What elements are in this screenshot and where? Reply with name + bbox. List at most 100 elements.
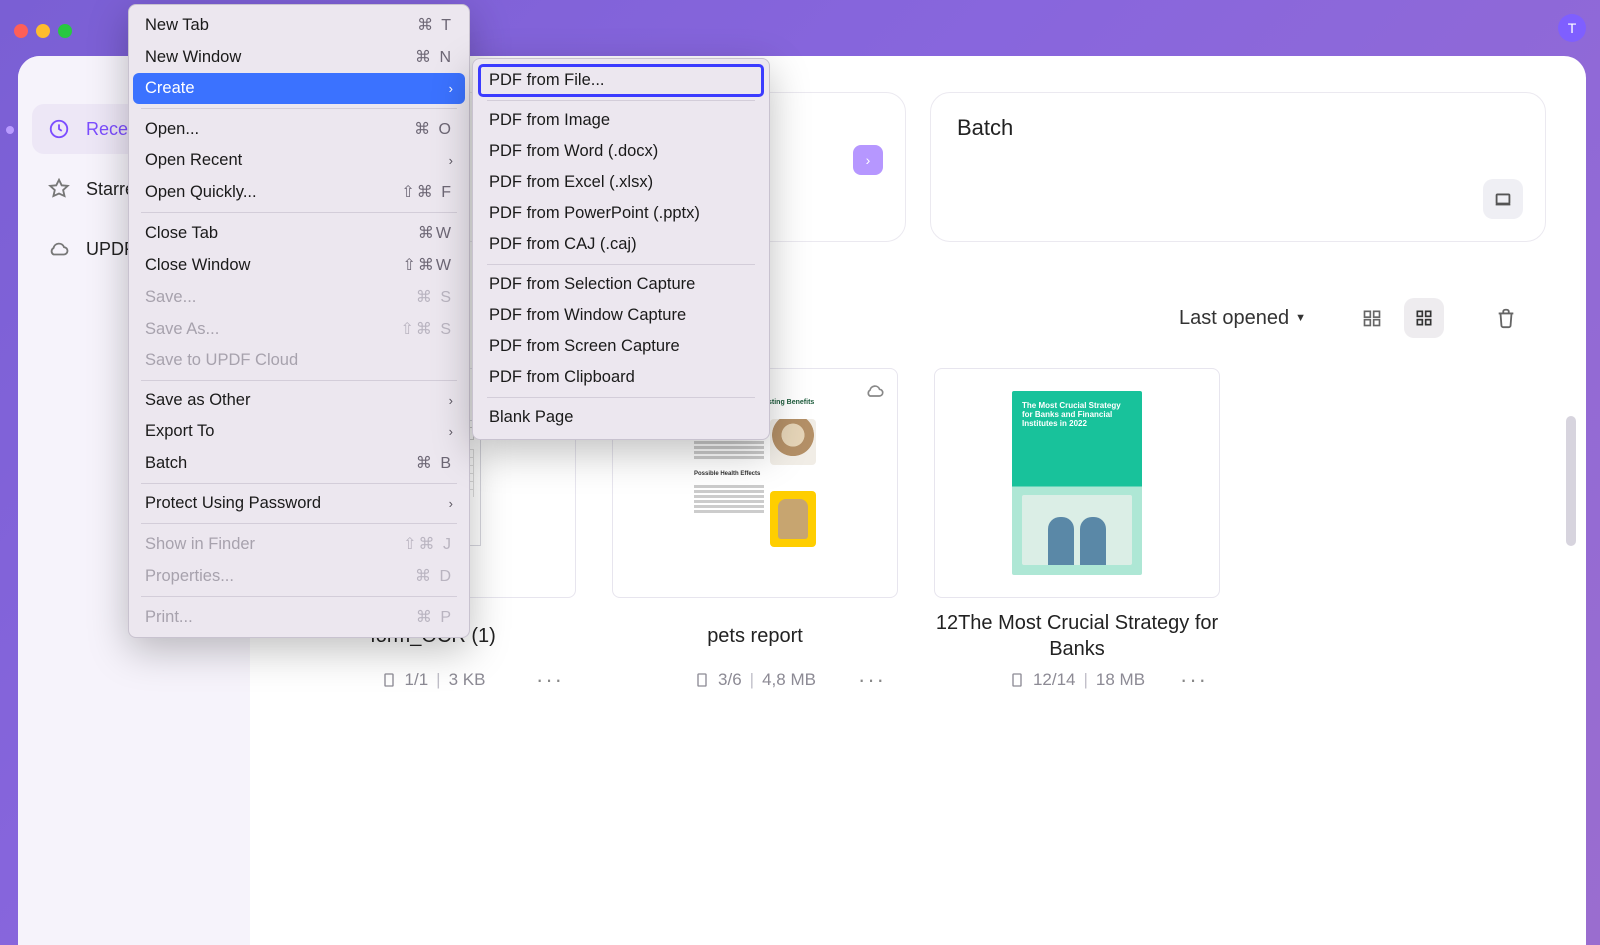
menu-item-batch[interactable]: Batch ⌘ B bbox=[133, 447, 465, 479]
profile-avatar[interactable]: T bbox=[1558, 14, 1586, 42]
menu-item-print: Print... ⌘ P bbox=[133, 601, 465, 633]
chevron-right-icon: › bbox=[449, 496, 453, 511]
submenu-item-pdf-from-selection-capture[interactable]: PDF from Selection Capture bbox=[479, 269, 763, 300]
menu-item-protect-using-password[interactable]: Protect Using Password › bbox=[133, 488, 465, 519]
menu-item-export-to[interactable]: Export To› bbox=[133, 416, 465, 447]
menu-item-save: Save...⌘ S bbox=[133, 281, 465, 313]
document-more-button[interactable]: ··· bbox=[1180, 667, 1208, 693]
submenu-item-pdf-from-excel-xlsx[interactable]: PDF from Excel (.xlsx) bbox=[479, 167, 763, 198]
menu-item-label: New Window bbox=[145, 48, 241, 67]
pages-icon bbox=[381, 672, 397, 688]
menu-item-label: Protect Using Password bbox=[145, 494, 321, 513]
clock-icon bbox=[44, 114, 74, 144]
menu-item-save-as: Save As...⇧⌘ S bbox=[133, 313, 465, 345]
menu-item-new-tab[interactable]: New Tab⌘ T bbox=[133, 9, 465, 41]
menu-item-shortcut: ⌘ P bbox=[416, 607, 453, 627]
stack-icon bbox=[1483, 179, 1523, 219]
menu-item-save-as-other[interactable]: Save as Other› bbox=[133, 385, 465, 416]
batch-card-title: Batch bbox=[957, 115, 1519, 141]
menu-separator bbox=[141, 212, 457, 213]
thumb-sub: Possible Health Effects bbox=[694, 471, 816, 477]
meta-separator: | bbox=[1083, 670, 1087, 690]
submenu-item-pdf-from-screen-capture[interactable]: PDF from Screen Capture bbox=[479, 331, 763, 362]
menu-item-shortcut: ⌘ B bbox=[416, 453, 453, 473]
view-toggle bbox=[1352, 298, 1526, 338]
file-menu: New Tab⌘ T New Window ⌘ N Create › Open...⌘ O… bbox=[128, 4, 470, 638]
chevron-right-icon: › bbox=[449, 153, 453, 168]
menu-item-shortcut: ⇧⌘ S bbox=[400, 319, 453, 339]
document-size: 4,8 MB bbox=[762, 670, 816, 690]
submenu-item-pdf-from-caj-caj[interactable]: PDF from CAJ (.caj) bbox=[479, 229, 763, 260]
menu-item-label: PDF from PowerPoint (.pptx) bbox=[489, 204, 700, 223]
menu-item-label: PDF from Selection Capture bbox=[489, 275, 695, 294]
create-submenu: PDF from File...PDF from ImagePDF from W… bbox=[472, 58, 770, 440]
menu-item-show-in-finder: Show in Finder⇧⌘ J bbox=[133, 528, 465, 560]
menu-item-label: Save as Other bbox=[145, 391, 250, 410]
pages-icon bbox=[694, 672, 710, 688]
menu-item-properties: Properties...⌘ D bbox=[133, 560, 465, 592]
chevron-down-icon: ▼ bbox=[1295, 312, 1306, 324]
menu-item-label: Open... bbox=[145, 120, 199, 139]
menu-separator bbox=[141, 596, 457, 597]
submenu-item-pdf-from-window-capture[interactable]: PDF from Window Capture bbox=[479, 300, 763, 331]
chevron-right-icon: › bbox=[449, 81, 453, 96]
document-meta: 12/14 | 18 MB ··· bbox=[934, 670, 1220, 690]
menu-item-open[interactable]: Open...⌘ O bbox=[133, 113, 465, 145]
menu-item-label: Print... bbox=[145, 608, 193, 627]
sort-dropdown[interactable]: Last opened ▼ bbox=[1179, 307, 1306, 330]
submenu-item-blank-page[interactable]: Blank Page bbox=[479, 402, 763, 433]
menu-item-label: Blank Page bbox=[489, 408, 573, 427]
document-size: 18 MB bbox=[1096, 670, 1145, 690]
scrollbar-thumb[interactable] bbox=[1566, 416, 1576, 546]
submenu-item-pdf-from-powerpoint-pptx[interactable]: PDF from PowerPoint (.pptx) bbox=[479, 198, 763, 229]
menu-item-new-window[interactable]: New Window ⌘ N bbox=[133, 41, 465, 73]
menu-item-label: Create bbox=[145, 79, 195, 98]
menu-item-label: PDF from CAJ (.caj) bbox=[489, 235, 637, 254]
document-title: 12The Most Crucial Strategy for Banks bbox=[934, 610, 1220, 662]
document-title: pets report bbox=[612, 610, 898, 662]
document-meta: 1/1 | 3 KB ··· bbox=[290, 670, 576, 690]
trash-button[interactable] bbox=[1486, 298, 1526, 338]
menu-item-label: New Tab bbox=[145, 16, 209, 35]
view-list-button[interactable] bbox=[1352, 298, 1392, 338]
menu-item-label: PDF from File... bbox=[489, 71, 605, 90]
document-pages: 12/14 bbox=[1033, 670, 1076, 690]
submenu-item-pdf-from-clipboard[interactable]: PDF from Clipboard bbox=[479, 362, 763, 393]
menu-item-shortcut: ⇧⌘W bbox=[402, 255, 453, 275]
document-card[interactable]: The Most Crucial Strategy for Banks and … bbox=[934, 368, 1220, 690]
document-more-button[interactable]: ··· bbox=[858, 667, 886, 693]
menu-separator bbox=[141, 483, 457, 484]
document-more-button[interactable]: ··· bbox=[536, 667, 564, 693]
chevron-right-icon: › bbox=[853, 145, 883, 175]
batch-card[interactable]: Batch bbox=[930, 92, 1546, 242]
menu-item-shortcut: ⌘ D bbox=[415, 566, 453, 586]
zoom-window-button[interactable] bbox=[58, 24, 72, 38]
menu-item-label: PDF from Excel (.xlsx) bbox=[489, 173, 653, 192]
submenu-item-pdf-from-word-docx[interactable]: PDF from Word (.docx) bbox=[479, 136, 763, 167]
pages-icon bbox=[1009, 672, 1025, 688]
menu-item-shortcut: ⌘ N bbox=[415, 47, 453, 67]
menu-item-close-window[interactable]: Close Window⇧⌘W bbox=[133, 249, 465, 281]
menu-item-label: PDF from Window Capture bbox=[489, 306, 686, 325]
document-size: 3 KB bbox=[449, 670, 486, 690]
close-window-button[interactable] bbox=[14, 24, 28, 38]
sort-label: Last opened bbox=[1179, 307, 1289, 330]
submenu-item-pdf-from-image[interactable]: PDF from Image bbox=[479, 105, 763, 136]
menu-item-label: Batch bbox=[145, 454, 187, 473]
menu-item-label: PDF from Clipboard bbox=[489, 368, 635, 387]
menu-item-create[interactable]: Create › bbox=[133, 73, 465, 104]
menu-item-open-quickly[interactable]: Open Quickly...⇧⌘ F bbox=[133, 176, 465, 208]
minimize-window-button[interactable] bbox=[36, 24, 50, 38]
cloud-icon bbox=[861, 377, 889, 405]
cloud-icon bbox=[44, 234, 74, 264]
menu-item-label: Save to UPDF Cloud bbox=[145, 351, 298, 370]
menu-item-save-to-updf-cloud: Save to UPDF Cloud bbox=[133, 345, 465, 376]
menu-separator bbox=[141, 108, 457, 109]
menu-separator bbox=[487, 264, 755, 265]
menu-item-label: Close Tab bbox=[145, 224, 218, 243]
menu-item-close-tab[interactable]: Close Tab⌘W bbox=[133, 217, 465, 249]
profile-initial: T bbox=[1568, 20, 1577, 36]
submenu-item-pdf-from-file[interactable]: PDF from File... bbox=[479, 65, 763, 96]
view-grid-button[interactable] bbox=[1404, 298, 1444, 338]
menu-item-open-recent[interactable]: Open Recent› bbox=[133, 145, 465, 176]
